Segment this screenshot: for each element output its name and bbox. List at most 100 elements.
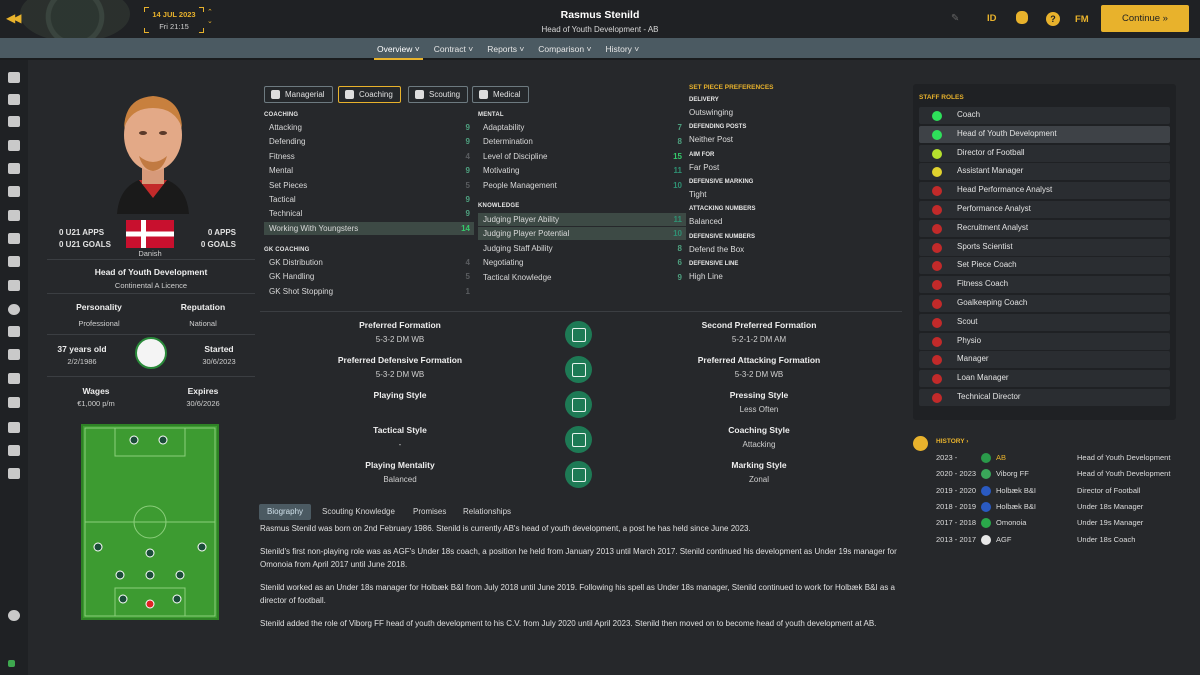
staff-role-row[interactable]: Technical Director	[919, 389, 1170, 406]
staff-role-row[interactable]: Manager	[919, 351, 1170, 369]
medical-kit-icon	[479, 90, 488, 99]
staff-role-row[interactable]: Physio	[919, 332, 1170, 350]
attribute-value: 9	[465, 209, 470, 219]
staff-role-row[interactable]: Fitness Coach	[919, 276, 1170, 294]
set-piece-heading: DEFENSIVE LINE	[689, 260, 739, 267]
staff-role-row[interactable]: Coach	[919, 107, 1170, 124]
history-years: 2020 - 2023	[936, 469, 977, 479]
search-icon[interactable]	[8, 163, 20, 174]
attribute-row[interactable]: Adaptability 7	[478, 121, 686, 134]
medical-icon[interactable]	[8, 116, 20, 127]
help-icon[interactable]: ?	[1046, 12, 1060, 26]
ball-icon[interactable]	[8, 304, 20, 315]
staff-role-row[interactable]: Assistant Manager	[919, 163, 1170, 181]
briefcase-icon[interactable]	[8, 233, 20, 244]
staff-role-name: Manager	[957, 354, 989, 364]
attribute-row[interactable]: Judging Player Potential 10	[478, 227, 686, 241]
staff-role-row[interactable]: Head Performance Analyst	[919, 182, 1170, 200]
refresh-icon[interactable]	[8, 186, 20, 197]
attribute-row[interactable]: People Management 10	[478, 179, 686, 192]
pencil-icon[interactable]: ✎	[951, 13, 959, 24]
staff-role-row[interactable]: Recruitment Analyst	[919, 219, 1170, 237]
filter-coaching[interactable]: Coaching	[338, 86, 401, 103]
tab-contract[interactable]: Contract ˅	[427, 38, 480, 60]
staff-role-row[interactable]: Performance Analyst	[919, 201, 1170, 218]
filter-medical[interactable]: Medical	[472, 86, 529, 103]
people-icon[interactable]	[8, 94, 20, 105]
tab-reports[interactable]: Reports ˅	[480, 38, 531, 60]
staff-role-row[interactable]: Scout	[919, 313, 1170, 331]
attribute-row[interactable]: Working With Youngsters 14	[264, 221, 474, 235]
attribute-row[interactable]: GK Shot Stopping 1	[264, 285, 474, 298]
history-club[interactable]: AB	[996, 453, 1006, 462]
inbox-icon[interactable]	[8, 445, 20, 456]
staff-role-name: Assistant Manager	[957, 166, 1024, 176]
tab-overview[interactable]: Overview ˅	[370, 38, 427, 60]
staff-role-row[interactable]: Set Piece Coach	[919, 257, 1170, 275]
calendar-icon[interactable]	[8, 468, 20, 479]
history-club[interactable]: Holbæk B&I	[996, 502, 1036, 511]
staff-role-name: Recruitment Analyst	[957, 222, 1029, 232]
history-club[interactable]: Viborg FF	[996, 469, 1029, 478]
history-years: 2019 - 2020	[936, 485, 977, 495]
attribute-row[interactable]: Fitness 4	[264, 150, 474, 163]
shield-icon[interactable]	[8, 256, 20, 267]
attribute-row[interactable]: Determination 8	[478, 135, 686, 148]
staff-role-row[interactable]: Loan Manager	[919, 370, 1170, 388]
manager-face-icon[interactable]	[1016, 11, 1028, 24]
attribute-row[interactable]: GK Handling 5	[264, 270, 474, 283]
history-title[interactable]: HISTORY ›	[936, 438, 968, 445]
attribute-row[interactable]: Judging Staff Ability 8	[478, 242, 686, 255]
tab-relationships[interactable]: Relationships	[455, 504, 519, 520]
id-button[interactable]: ID	[987, 13, 997, 24]
staff-icon[interactable]	[8, 373, 20, 384]
attribute-row[interactable]: Tactical 9	[264, 193, 474, 206]
home-icon[interactable]	[8, 422, 20, 433]
attribute-row[interactable]: Judging Player Ability 11	[478, 213, 686, 226]
attribute-row[interactable]: Set Pieces 5	[264, 179, 474, 192]
attribute-row[interactable]: Technical 9	[264, 207, 474, 220]
attribute-row[interactable]: Attacking 9	[264, 121, 474, 134]
filter-scouting[interactable]: Scouting	[408, 86, 469, 103]
tab-history[interactable]: History ˅	[598, 38, 646, 60]
attribute-row[interactable]: Mental 9	[264, 164, 474, 177]
chart-line-icon[interactable]	[8, 280, 20, 291]
set-piece-heading: AIM FOR	[689, 151, 715, 158]
attribute-value: 8	[677, 137, 682, 147]
staff-roles-title: STAFF ROLES	[919, 94, 964, 101]
staff-role-row[interactable]: Sports Scientist	[919, 238, 1170, 256]
attribute-row[interactable]: GK Distribution 4	[264, 256, 474, 269]
tactics-board-icon[interactable]	[8, 210, 20, 221]
swap-icon[interactable]	[8, 72, 20, 83]
trophy-icon[interactable]	[8, 140, 20, 151]
tab-scouting-knowledge[interactable]: Scouting Knowledge	[314, 504, 403, 520]
tab-promises[interactable]: Promises	[405, 504, 454, 520]
reputation-label: Reputation	[180, 302, 226, 312]
tab-comparison[interactable]: Comparison ˅	[531, 38, 598, 60]
history-club[interactable]: Holbæk B&I	[996, 486, 1036, 495]
shirt-icon[interactable]	[8, 349, 20, 360]
attribute-row[interactable]: Level of Discipline 15	[478, 150, 686, 163]
staff-role-row[interactable]: Head of Youth Development	[919, 125, 1170, 143]
attribute-row[interactable]: Motivating 11	[478, 164, 686, 177]
staff-role-row[interactable]: Goalkeeping Coach	[919, 295, 1170, 312]
club-badge-icon[interactable]	[8, 610, 20, 621]
filter-managerial[interactable]: Managerial	[264, 86, 333, 103]
clipboard-icon[interactable]	[8, 326, 20, 337]
attribute-row[interactable]: Tactical Knowledge 9	[478, 271, 686, 284]
set-piece-heading: DEFENSIVE NUMBERS	[689, 233, 756, 240]
attribute-row[interactable]: Negotiating 6	[478, 256, 686, 269]
attribute-row[interactable]: Defending 9	[264, 135, 474, 148]
history-club[interactable]: AGF	[996, 535, 1011, 544]
set-piece-value: Neither Post	[689, 135, 734, 145]
fm-menu-button[interactable]: FM	[1075, 14, 1089, 25]
history-club[interactable]: Omonoia	[996, 518, 1026, 527]
tab-biography[interactable]: Biography	[259, 504, 312, 520]
attribute-name: GK Handling	[269, 272, 315, 282]
staff-role-row[interactable]: Director of Football	[919, 144, 1170, 162]
role-suitability-icon	[932, 317, 942, 328]
staff-role-name: Goalkeeping Coach	[957, 298, 1028, 307]
continue-button[interactable]: Continue »	[1101, 5, 1189, 32]
nationality: Danish	[138, 249, 162, 258]
download-icon[interactable]	[8, 397, 20, 408]
